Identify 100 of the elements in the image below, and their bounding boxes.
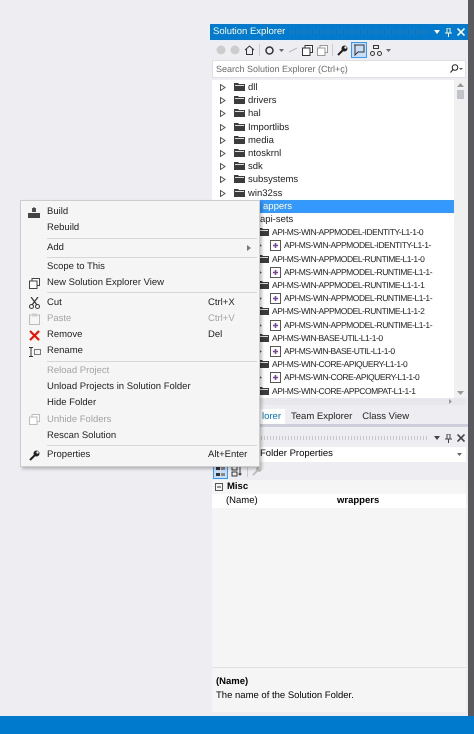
windows-icon — [28, 278, 40, 289]
tree-item-label: API-MS-WIN-APPMODEL-RUNTIME-L1-1- — [284, 318, 432, 332]
folder-icon — [234, 108, 245, 118]
tree-item[interactable]: Importlibs — [212, 120, 454, 134]
dropdown-icon[interactable] — [386, 48, 391, 52]
alphabetical-icon[interactable] — [231, 465, 243, 477]
menu-item[interactable]: New Solution Explorer View — [21, 275, 259, 292]
tree-item-label: API-MS-WIN-APPMODEL-RUNTIME-L1-1- — [284, 292, 432, 306]
show-all-files-icon[interactable] — [317, 44, 328, 56]
tree-item-label: API-MS-WIN-BASE-UTIL-L1-1-0 — [272, 332, 383, 345]
menu-item[interactable]: Cut Ctrl+X — [21, 294, 259, 311]
folder-icon — [234, 134, 245, 144]
menu-shortcut: Del — [208, 328, 222, 342]
menu-item-label: Add — [47, 240, 64, 255]
menu-shortcut: Ctrl+V — [208, 312, 235, 326]
project-icon — [270, 320, 281, 331]
menu-item[interactable]: Scope to This — [21, 258, 259, 276]
dropdown-icon[interactable] — [434, 30, 440, 34]
build-icon — [28, 206, 40, 218]
tree-item-label: subsystems — [248, 173, 298, 188]
menu-item-label: Remove — [47, 328, 82, 342]
home-icon[interactable] — [244, 45, 255, 55]
panel-tab[interactable]: lorer — [258, 409, 286, 424]
collapse-icon[interactable] — [215, 483, 223, 491]
menu-item-label: Build — [47, 205, 68, 220]
menu-item-label: Scope to This — [47, 260, 105, 274]
project-icon — [270, 240, 281, 252]
search-icon[interactable] — [450, 64, 463, 73]
wrench-icon[interactable] — [337, 44, 348, 56]
tree-item-label: sdk — [248, 160, 263, 174]
property-value[interactable]: wrappers — [337, 494, 380, 508]
tree-item-label: api-sets — [260, 213, 294, 227]
tree-item-label: API-MS-WIN-APPMODEL-RUNTIME-L1-1-1 — [272, 279, 424, 292]
folder-icon — [234, 174, 245, 184]
description-title: (Name) — [216, 675, 250, 689]
tree-item-label: hal — [248, 107, 261, 122]
menu-item[interactable]: Unload Projects in Solution Folder — [21, 378, 259, 396]
dropdown-icon[interactable] — [279, 48, 284, 52]
project-icon — [270, 346, 281, 358]
menu-item[interactable]: Add — [21, 240, 259, 256]
menu-item-label: New Solution Explorer View — [47, 276, 164, 290]
remove-icon — [28, 330, 40, 341]
menu-item-label: Unhide Folders — [47, 412, 112, 427]
panel-tab[interactable]: Class View — [358, 409, 414, 424]
panel-tab[interactable]: Team Explorer — [287, 409, 356, 424]
menu-shortcut: Ctrl+X — [208, 296, 235, 310]
tree-item[interactable]: ntoskrnl — [212, 147, 454, 160]
tree-item[interactable]: media — [212, 134, 454, 148]
tree-item-label: win32ss — [248, 186, 282, 200]
menu-item-label: Unload Projects in Solution Folder — [47, 380, 191, 394]
description-text: The name of the Solution Folder. — [216, 689, 355, 704]
menu-item-label: Rebuild — [47, 221, 80, 236]
tree-item-label: dll — [248, 81, 258, 95]
menu-item[interactable]: Remove Del — [21, 327, 259, 344]
project-icon — [270, 293, 281, 304]
tree-item-label: API-MS-WIN-APPMODEL-RUNTIME-L1-1-2 — [272, 305, 424, 318]
menu-item[interactable]: Rename — [21, 343, 259, 360]
scroll-thumb[interactable] — [456, 90, 464, 99]
menu-item-label: Rescan Solution — [47, 428, 116, 443]
menu-item-label: Reload Project — [47, 364, 110, 378]
project-icon — [270, 372, 281, 384]
tree-item[interactable]: win32ss — [212, 186, 454, 200]
rename-icon — [28, 346, 40, 357]
folder-icon — [234, 82, 245, 91]
tree-item[interactable]: drivers — [212, 94, 454, 108]
folder-icon — [234, 161, 245, 170]
preview-icon[interactable] — [352, 43, 366, 57]
tree-item[interactable]: dll — [212, 81, 454, 94]
tree-item-label: media — [248, 134, 274, 148]
wrench-icon — [28, 450, 40, 461]
tree-item[interactable]: subsystems — [212, 173, 454, 187]
panel-title: Solution Explorer — [213, 24, 286, 39]
category-label: Misc — [227, 480, 248, 494]
project-icon — [270, 266, 281, 278]
vertical-scrollbar[interactable] — [454, 80, 466, 398]
search-field[interactable]: Search Solution Explorer (Ctrl+ç) — [212, 60, 466, 78]
dropdown-icon[interactable] — [434, 436, 440, 440]
tree-item-label: API-MS-WIN-CORE-APIQUERY-L1-1-0 — [284, 371, 420, 384]
tree-item-label: API-MS-WIN-APPMODEL-RUNTIME-L1-1- — [284, 266, 432, 279]
folder-icon — [234, 95, 245, 104]
tree-item-label: API-MS-WIN-APPMODEL-RUNTIME-L1-1-0 — [272, 252, 424, 266]
dropdown-icon[interactable] — [457, 453, 462, 456]
collapse-all-icon[interactable] — [302, 44, 313, 56]
menu-item-label: Properties — [47, 448, 90, 462]
folder-icon — [234, 148, 245, 158]
windows-icon — [28, 414, 40, 426]
menu-item[interactable]: Hide Folder — [21, 395, 259, 412]
pin-icon[interactable] — [445, 434, 452, 442]
tree-item-label: appers — [263, 200, 292, 214]
menu-item[interactable]: Rebuild — [21, 220, 259, 237]
tree-item[interactable]: sdk — [212, 160, 454, 174]
tree-item-label: drivers — [248, 94, 277, 108]
tree-item[interactable]: hal — [212, 107, 454, 121]
menu-item[interactable]: Rescan Solution — [21, 428, 259, 444]
class-diagram-icon[interactable] — [370, 44, 382, 56]
menu-item-label: Paste — [47, 312, 72, 326]
close-icon[interactable] — [457, 434, 465, 442]
tree-item-label: API-MS-WIN-APPMODEL-IDENTITY-L1-1-0 — [272, 226, 424, 240]
folder-icon — [234, 188, 245, 197]
property-name: (Name) — [225, 494, 259, 508]
